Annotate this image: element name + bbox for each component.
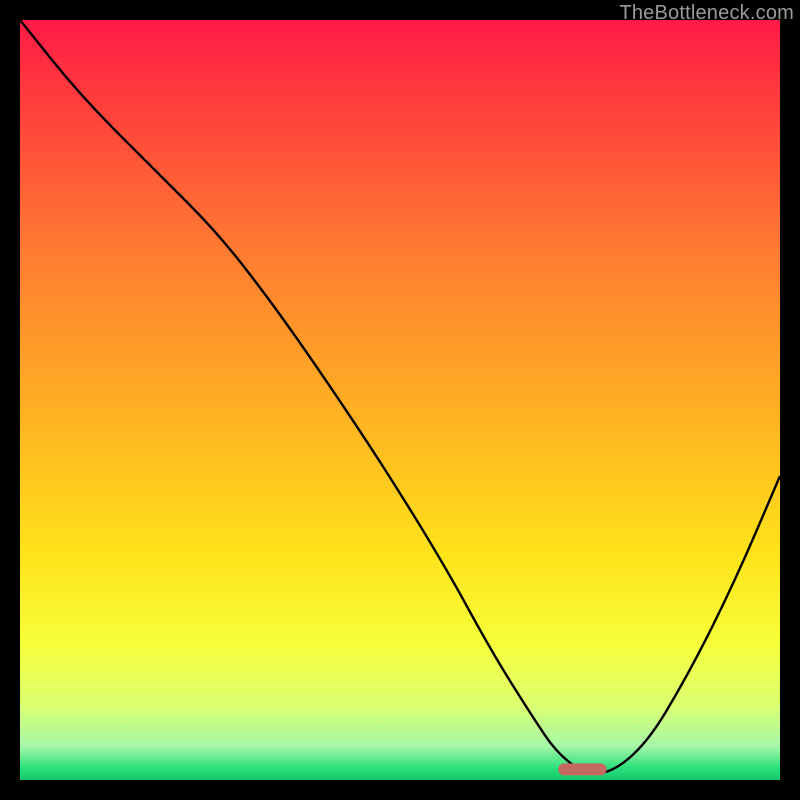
optimal-marker [558,763,607,775]
bottleneck-chart [20,20,780,780]
heat-background [20,20,780,780]
chart-container: { "attribution": "TheBottleneck.com", "c… [0,0,800,800]
